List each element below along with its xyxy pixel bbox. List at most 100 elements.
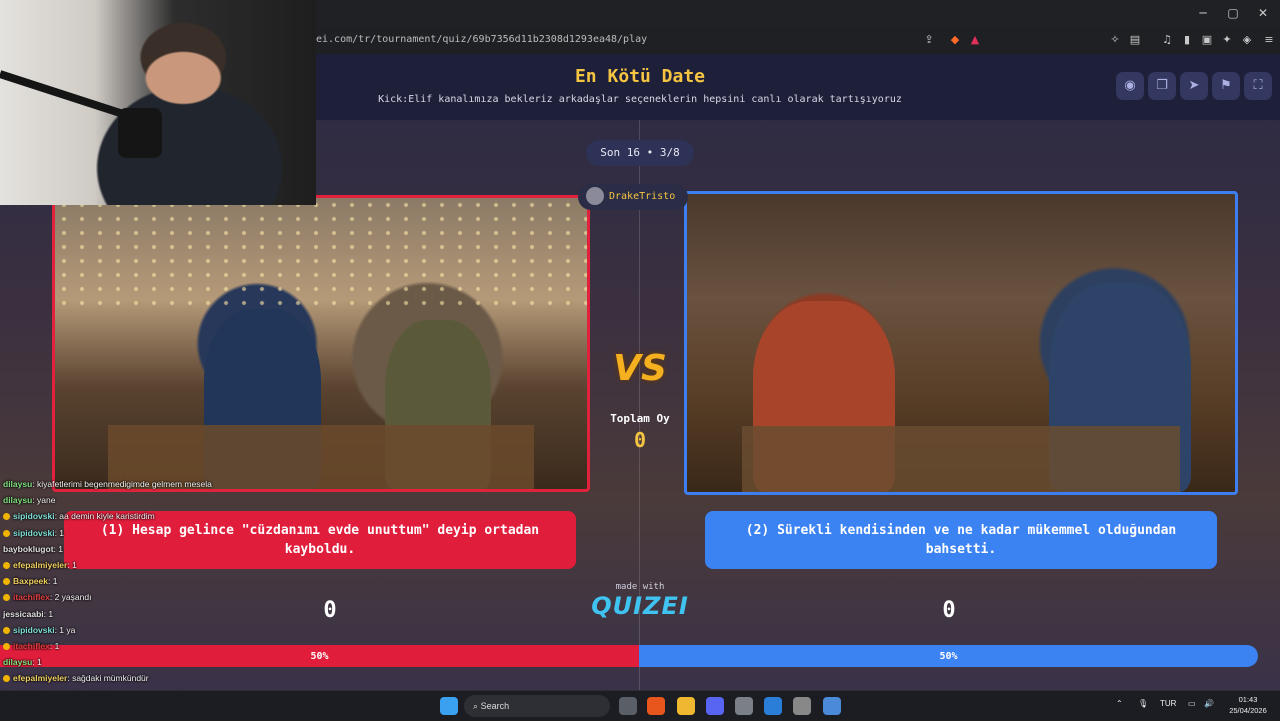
- app-icon[interactable]: [764, 697, 782, 715]
- sidebar-icon[interactable]: ▮: [1180, 33, 1194, 47]
- chat-badge-icon: [3, 578, 10, 586]
- settings-icon[interactable]: [735, 697, 753, 715]
- chat-username[interactable]: jessicaabi: [3, 609, 44, 619]
- layers-icon[interactable]: ❐: [1148, 72, 1176, 100]
- chat-username[interactable]: itachiflex: [13, 641, 50, 651]
- language-indicator[interactable]: TUR: [1160, 699, 1176, 708]
- chat-username[interactable]: dilaysu: [3, 657, 32, 667]
- extensions-icon[interactable]: ✧: [1108, 33, 1122, 47]
- network-icon[interactable]: ▭: [1188, 699, 1196, 708]
- creator-name: DrakeTristo: [609, 191, 676, 202]
- chat-message: efepalmiyeler: sağdaki mümkündür: [0, 670, 300, 686]
- share-icon[interactable]: ⇪: [922, 33, 936, 47]
- chat-username[interactable]: efepalmiyeler: [13, 673, 67, 683]
- chat-text: : 1: [49, 640, 60, 651]
- option-2-button[interactable]: (2) Sürekli kendisinden ve ne kadar müke…: [705, 511, 1217, 569]
- send-icon[interactable]: ➤: [1180, 72, 1208, 100]
- option-2-text: (2) Sürekli kendisinden ve ne kadar müke…: [745, 523, 1177, 557]
- chat-message: dilaysu: yane: [0, 492, 300, 508]
- chat-text: : 1: [67, 559, 77, 570]
- streamer-webcam: [0, 0, 316, 205]
- vpn-icon[interactable]: ◈: [1240, 33, 1254, 47]
- chat-text: : sağdaki mümkündür: [67, 673, 149, 684]
- task-view-icon[interactable]: [619, 697, 637, 715]
- close-button[interactable]: ✕: [1256, 6, 1270, 20]
- option-1-percent: 50%: [310, 650, 329, 662]
- chat-text: : aa demin kiyle karistirdim: [54, 511, 155, 522]
- avatar: [586, 187, 604, 205]
- chat-username[interactable]: Baxpeek: [13, 576, 48, 586]
- chat-text: : 1: [32, 657, 42, 668]
- vs-icon: VS: [613, 348, 667, 389]
- reader-icon[interactable]: ▤: [1128, 33, 1142, 47]
- file-explorer-icon[interactable]: [677, 697, 695, 715]
- chat-text: : 2 yaşandı: [49, 592, 92, 603]
- chat-text: : 1: [54, 527, 65, 538]
- flag-icon[interactable]: ⚑: [1212, 72, 1240, 100]
- chat-username[interactable]: dilaysu: [3, 495, 32, 505]
- string-lights: [55, 198, 587, 315]
- chat-badge-icon: [3, 561, 10, 569]
- made-with-label: made with: [615, 582, 665, 592]
- tray-chevron-icon[interactable]: ⌃: [1116, 699, 1123, 708]
- total-votes-value: 0: [633, 428, 647, 452]
- option-2-votes: 0: [942, 598, 956, 623]
- chat-text: : 1 ya: [54, 624, 76, 635]
- chat-text: : 1: [47, 576, 58, 587]
- chat-username[interactable]: efepalmiyeler: [13, 560, 67, 570]
- creator-badge[interactable]: DrakeTristo: [578, 184, 688, 210]
- url-text[interactable]: ei.com/tr/tournament/quiz/69b7356d11b230…: [316, 34, 647, 45]
- chat-badge-icon: [3, 513, 10, 521]
- chat-message: sipidovski: 1: [0, 525, 300, 541]
- media-icon[interactable]: ♫: [1160, 33, 1174, 47]
- chat-message: efepalmiyeler: 1: [0, 557, 300, 573]
- chat-username[interactable]: sipidovski: [13, 625, 55, 635]
- chat-message: sipidovski: aa demin kiyle karistirdim: [0, 508, 300, 524]
- chat-message: jessicaabi: 1: [0, 606, 300, 622]
- chat-username[interactable]: dilaysu: [3, 479, 32, 489]
- taskbar-clock[interactable]: 01:43 25/04/2026: [1222, 694, 1274, 716]
- round-badge: Son 16 • 3/8: [586, 140, 694, 166]
- taskbar-search[interactable]: ⌕ Search: [464, 695, 610, 717]
- option-2-image[interactable]: [684, 191, 1238, 495]
- chat-username[interactable]: itachiflex: [13, 592, 50, 602]
- clock-time: 01:43: [1238, 695, 1258, 704]
- chat-message: Baxpeek: 1: [0, 573, 300, 589]
- chat-badge-icon: [3, 626, 10, 634]
- chat-message: dilaysu: 1: [0, 654, 300, 670]
- rewards-icon[interactable]: ▲: [968, 33, 982, 47]
- windows-taskbar: ⌕ Search ⌃ 🎙 TUR ▭ 🔊 01:43 25/04/2026: [0, 690, 1280, 721]
- brave-icon[interactable]: [647, 697, 665, 715]
- quizei-logo[interactable]: QUIZEI: [590, 592, 690, 620]
- minimize-button[interactable]: ─: [1196, 6, 1210, 20]
- eye-icon[interactable]: ◉: [1116, 72, 1144, 100]
- chat-badge-icon: [3, 642, 10, 650]
- chat-username[interactable]: sipidovski: [13, 528, 55, 538]
- maximize-button[interactable]: ▢: [1226, 6, 1240, 20]
- option-2-percent: 50%: [939, 650, 958, 662]
- ai-icon[interactable]: ✦: [1220, 33, 1234, 47]
- chat-badge-icon: [3, 594, 10, 602]
- menu-icon[interactable]: ≡: [1262, 33, 1276, 47]
- mic-tray-icon[interactable]: 🎙: [1138, 699, 1148, 708]
- chat-text: : 1: [43, 608, 54, 619]
- search-label: Search: [480, 701, 510, 711]
- chat-username[interactable]: sipidovski: [13, 511, 55, 521]
- option-1-image[interactable]: [52, 195, 590, 492]
- chat-text: : kiyafetlerimi begenmedigimde gelmem me…: [32, 479, 212, 489]
- start-icon[interactable]: [440, 697, 458, 715]
- chat-username[interactable]: bayboklugot: [3, 544, 54, 554]
- option-1-votes: 0: [323, 598, 337, 623]
- volume-icon[interactable]: 🔊: [1204, 699, 1214, 708]
- chat-badge-icon: [3, 529, 10, 537]
- discord-icon[interactable]: [706, 697, 724, 715]
- wallet-icon[interactable]: ▣: [1200, 33, 1214, 47]
- total-votes-label: Toplam Oy: [610, 412, 670, 425]
- obs-icon[interactable]: [793, 697, 811, 715]
- option-2-bar: 50%: [639, 645, 1258, 667]
- brave-shield-icon[interactable]: ◆: [948, 33, 962, 47]
- fullscreen-icon[interactable]: ⛶: [1244, 72, 1272, 100]
- chat-badge-icon: [3, 675, 10, 683]
- stream-chat: dilaysu: kiyafetlerimi begenmedigimde ge…: [0, 476, 300, 720]
- app2-icon[interactable]: [823, 697, 841, 715]
